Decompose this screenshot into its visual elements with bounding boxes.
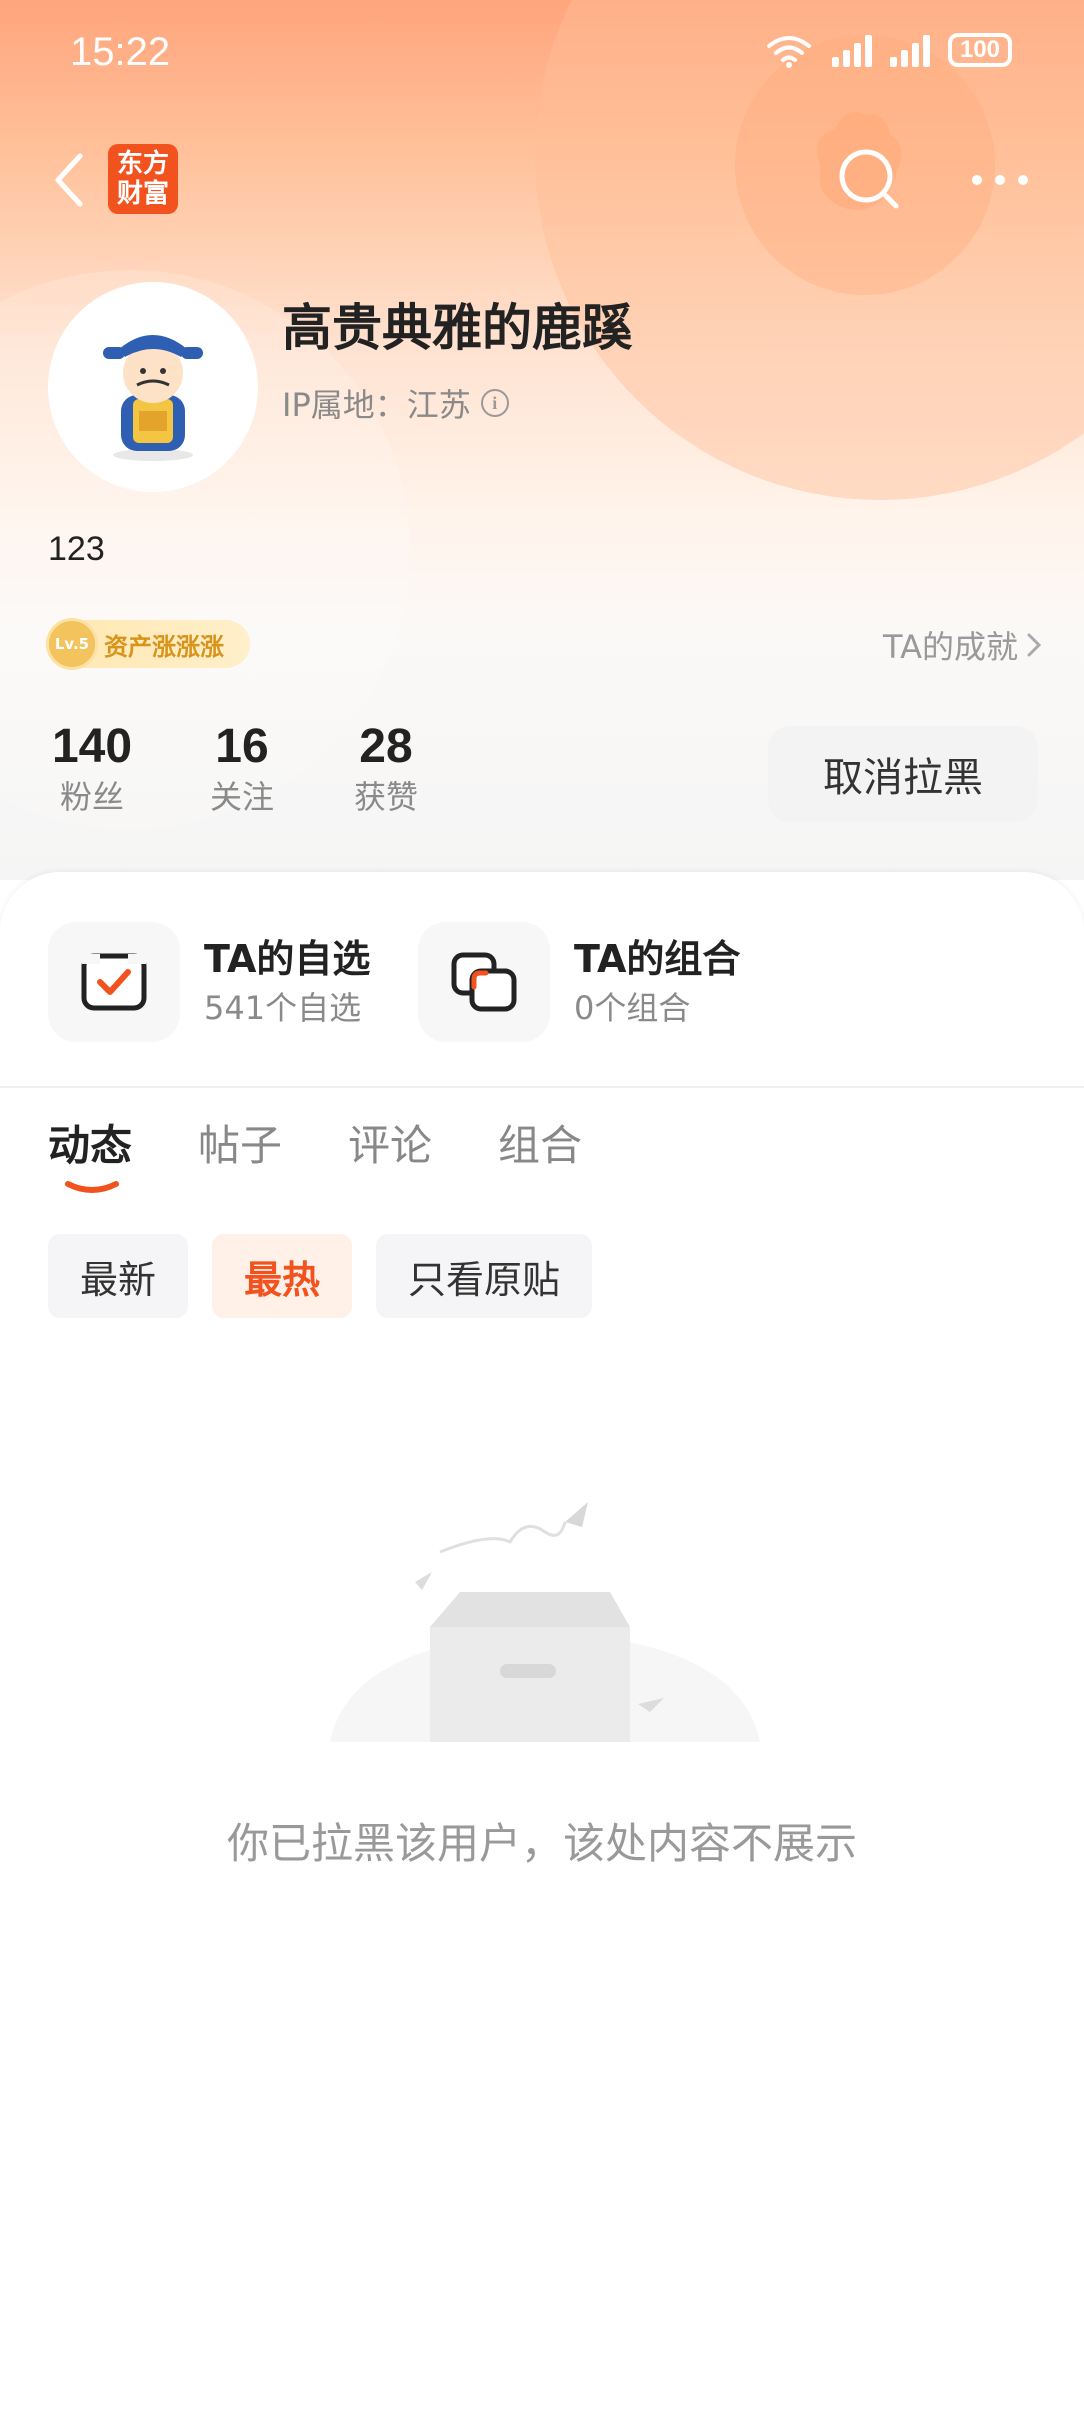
tab-dynamics[interactable]: 动态 [48,1118,198,1198]
stat-value: 16 [215,720,269,773]
filter-hottest[interactable]: 最热 [212,1234,353,1318]
checkbox-icon [81,953,147,1011]
search-icon [839,149,899,209]
info-icon[interactable]: i [480,389,509,417]
back-button[interactable] [40,140,100,220]
feature-icon-box [48,922,180,1042]
unblock-button[interactable]: 取消拉黑 [768,726,1038,822]
more-button[interactable] [960,140,1040,220]
status-icons: 100 [764,32,1012,68]
divider [0,1086,1084,1088]
battery-icon: 100 [948,33,1012,67]
achievements-label: TA的成就 [883,628,1018,666]
wifi-icon [767,36,811,68]
stat-followers[interactable]: 140 粉丝 [48,718,136,818]
tab-label: 帖子 [198,1121,283,1170]
username: 高贵典雅的鹿蹊 [282,299,632,357]
level-badge-text: 资产涨涨涨 [104,632,224,661]
more-dots-icon [972,175,1028,185]
avatar-cartoon-icon [103,335,203,461]
content-tabs: 动态 帖子 评论 组合 [48,1118,648,1198]
stat-label: 获赞 [353,778,418,816]
brand-logo-line: 财富 [116,179,169,209]
stat-label: 关注 [209,778,274,816]
tab-comments[interactable]: 评论 [348,1118,498,1198]
search-button[interactable] [830,140,910,220]
stat-likes[interactable]: 28 获赞 [348,718,424,818]
status-time: 15:22 [70,30,171,74]
avatar[interactable] [48,282,258,492]
feature-icon-box [418,922,550,1042]
tab-active-indicator [65,1181,119,1193]
portfolio-card[interactable]: TA的组合 0个组合 [418,922,740,1042]
bio: 123 [48,530,105,568]
ip-location: IP属地：江苏 [282,386,471,424]
brand-logo-line: 东方 [116,149,169,179]
chevron-left-icon [55,153,83,207]
status-bar: 15:22 100 [0,0,1084,110]
portfolio-icon [451,952,517,1012]
filter-latest[interactable]: 最新 [48,1234,189,1318]
signal-icon [832,33,872,67]
tab-portfolios[interactable]: 组合 [498,1118,648,1198]
signal-icon [890,33,930,67]
feature-subtitle: 541个自选 [204,989,362,1027]
brand-logo[interactable]: 东方 财富 [108,144,178,214]
feature-subtitle: 0个组合 [574,989,691,1027]
content-panel: TA的自选 541个自选 TA的组合 0个组合 动态 帖子 评论 组合 最新 最… [0,872,1084,2412]
tab-posts[interactable]: 帖子 [198,1118,348,1198]
level-badge[interactable]: Lv.5 资产涨涨涨 [46,618,250,670]
top-nav: 东方 财富 [0,130,1084,230]
chevron-right-icon [1027,633,1042,657]
tab-label: 评论 [348,1121,433,1170]
empty-state-message: 你已拉黑该用户，该处内容不展示 [226,1819,857,1868]
stat-value: 28 [359,720,413,773]
filter-chips: 最新 最热 只看原贴 [48,1234,593,1318]
empty-box-icon [330,1502,760,1742]
stat-label: 粉丝 [59,778,124,816]
stat-following[interactable]: 16 关注 [204,718,280,818]
stat-value: 140 [51,720,133,773]
filter-original-only[interactable]: 只看原贴 [376,1234,593,1318]
feature-title: TA的组合 [574,937,741,981]
tab-label: 组合 [498,1121,583,1170]
achievements-link[interactable]: TA的成就 [883,622,1042,668]
tab-label: 动态 [48,1121,133,1170]
ip-location-row: IP属地：江苏 i [282,380,509,426]
level-icon: Lv.5 [46,618,98,670]
watchlist-card[interactable]: TA的自选 541个自选 [48,922,370,1042]
feature-title: TA的自选 [204,937,371,981]
